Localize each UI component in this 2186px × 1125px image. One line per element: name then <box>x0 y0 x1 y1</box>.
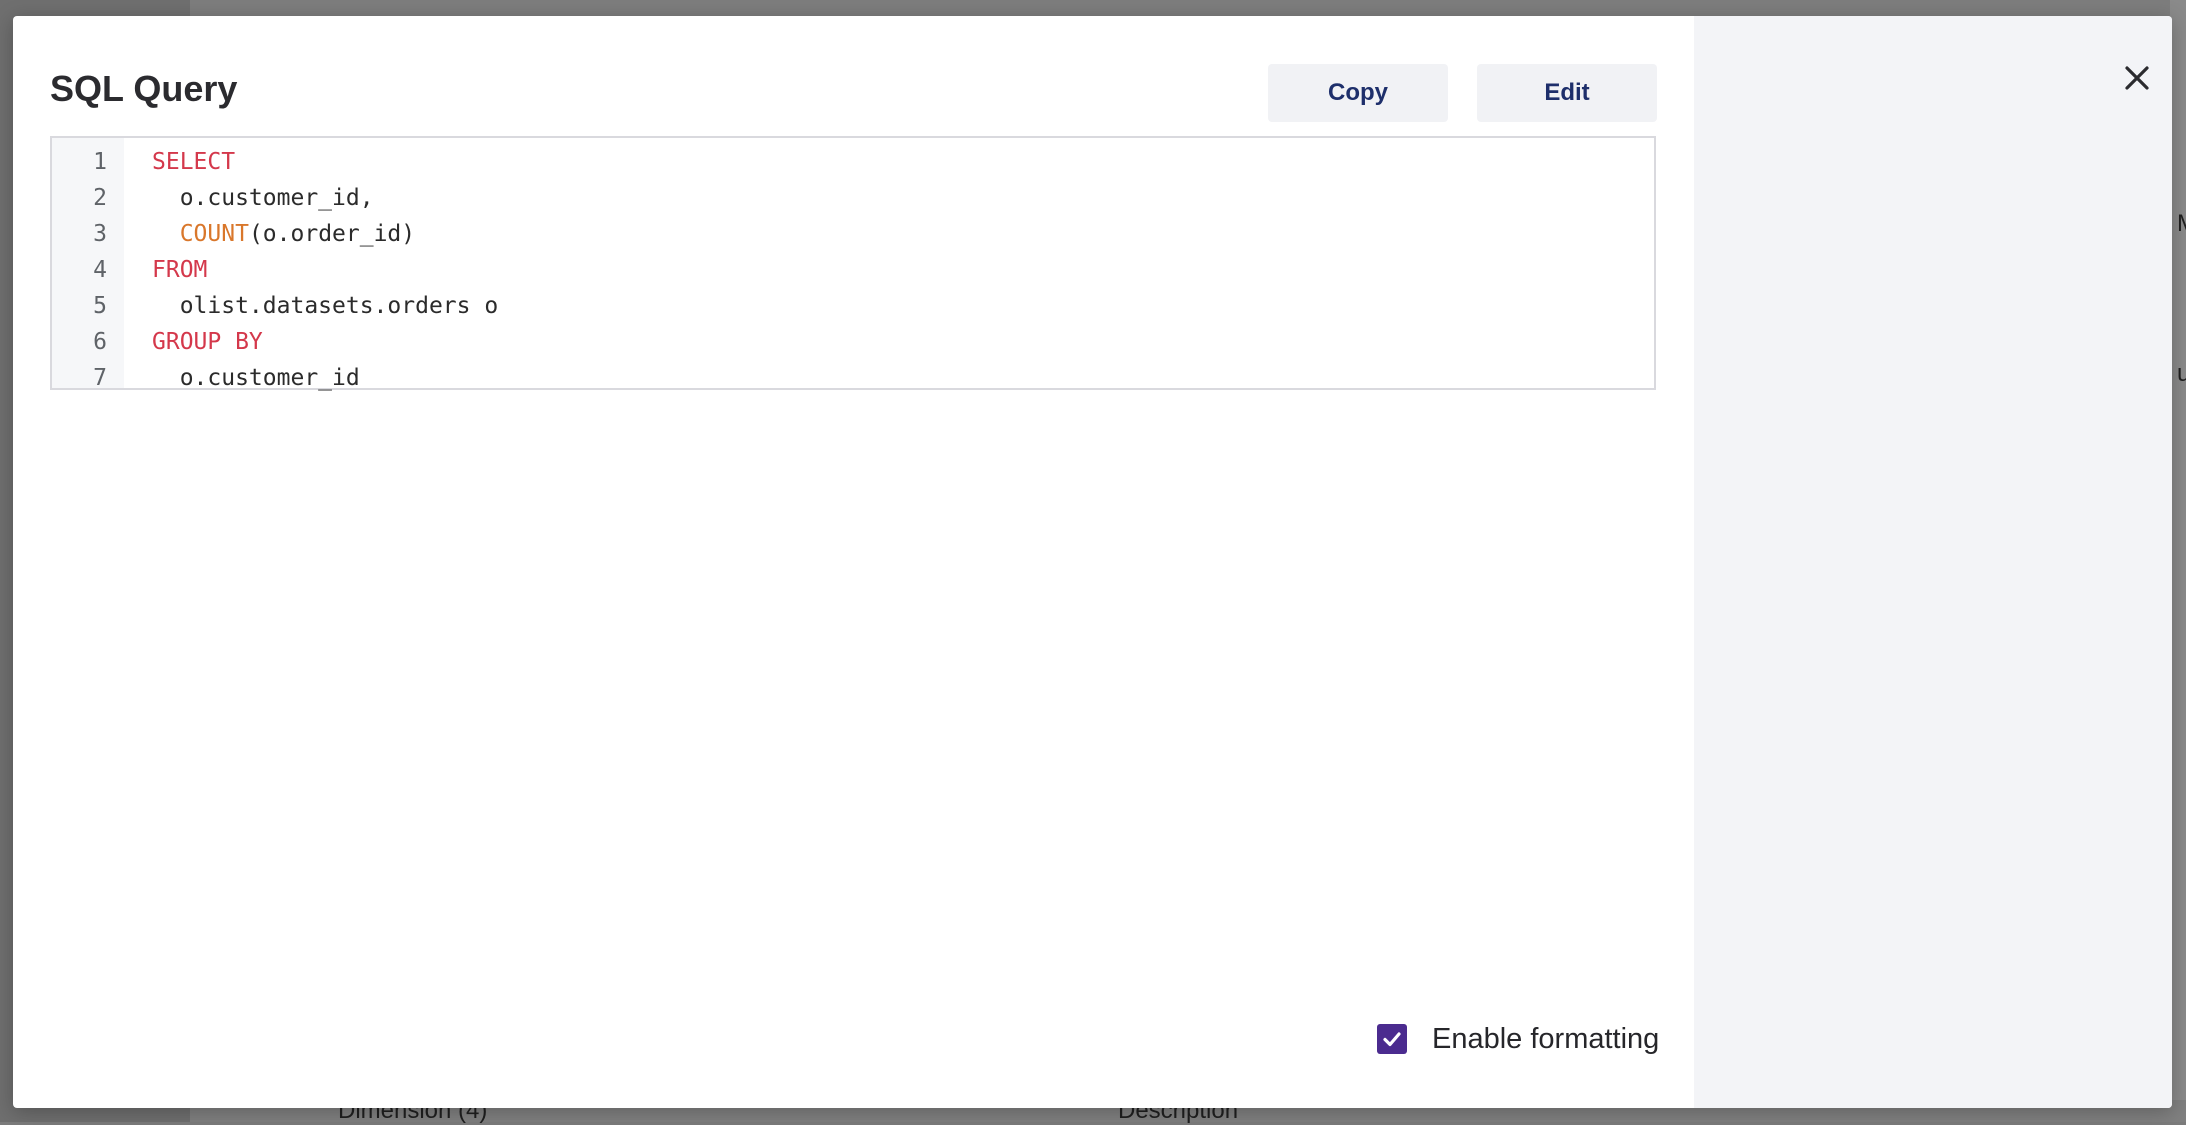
formatting-toggle[interactable]: Enable formatting <box>1377 1020 1659 1058</box>
code-line: 5 olist.datasets.orders o <box>52 288 1654 324</box>
code-line: 2 o.customer_id, <box>52 180 1654 216</box>
sql-code-editor[interactable]: 1 SELECT 2 o.customer_id, 3 COUNT(o.order_i… <box>50 136 1656 391</box>
code-line: 6 GROUP BY <box>52 324 1654 360</box>
formatting-label: Enable formatting <box>1432 1022 1660 1055</box>
line-number: 5 <box>93 293 107 319</box>
formatting-checkbox[interactable] <box>1377 1024 1407 1054</box>
code-line: 3 COUNT(o.order_id) <box>52 216 1654 252</box>
code-text: GROUP BY <box>152 324 263 360</box>
code-text: o.customer_id, <box>152 180 374 216</box>
code-text: COUNT(o.order_id) <box>152 216 415 252</box>
code-text: o.customer_id <box>152 360 360 396</box>
code-text: FROM <box>152 252 207 288</box>
modal-title: SQL Query <box>50 68 238 109</box>
modal-side-pane <box>1694 16 2172 1108</box>
code-text: SELECT <box>152 144 235 180</box>
background-right-edge <box>2170 0 2186 1122</box>
line-number: 7 <box>93 365 107 391</box>
background-edge-text: ut <box>2177 360 2186 387</box>
sql-query-modal: SQL Query Copy Edit 1 SELECT 2 o.customer_… <box>13 16 2172 1108</box>
background-edge-text: M <box>2177 210 2186 238</box>
sql-keyword: FROM <box>152 257 208 283</box>
code-line: 1 SELECT <box>52 144 1654 180</box>
sql-keyword: SELECT <box>152 149 236 175</box>
code-text: olist.datasets.orders o <box>152 288 499 324</box>
line-number: 2 <box>93 185 107 211</box>
code-line: 7 o.customer_id <box>52 360 1654 396</box>
close-icon <box>2125 66 2149 90</box>
close-button[interactable] <box>2117 58 2157 98</box>
sql-function: COUNT <box>179 221 249 247</box>
sql-token: o.customer_id, <box>152 185 374 211</box>
sql-token: olist.datasets.orders o <box>152 293 499 319</box>
checkmark-icon <box>1383 1032 1401 1047</box>
sql-token: o.customer_id <box>152 365 360 391</box>
line-number: 4 <box>93 257 107 283</box>
code-line: 4 FROM <box>52 252 1654 288</box>
sql-keyword: GROUP BY <box>152 329 263 355</box>
line-number: 1 <box>93 149 107 175</box>
sql-token: (o.order_id) <box>248 221 416 247</box>
line-number: 3 <box>93 221 107 247</box>
edit-button[interactable]: Edit <box>1477 64 1657 122</box>
line-number: 6 <box>93 329 107 355</box>
copy-button[interactable]: Copy <box>1268 64 1448 122</box>
